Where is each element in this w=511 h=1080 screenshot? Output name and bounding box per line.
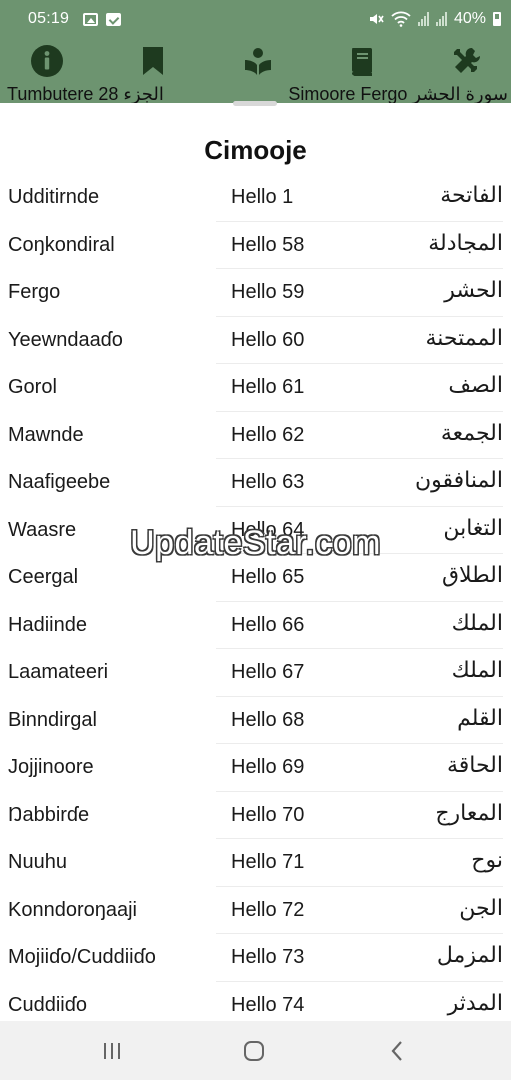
watermark: UpdateStar.com (130, 524, 381, 562)
book-icon[interactable] (344, 44, 380, 78)
info-icon[interactable] (29, 44, 65, 78)
surah-number: Hello 73 (231, 946, 305, 968)
tools-icon[interactable] (449, 44, 485, 78)
surah-number: Hello 68 (231, 708, 305, 731)
surah-arabic-name: الطلاق (441, 563, 503, 588)
gallery-notification-icon (83, 12, 99, 26)
surah-arabic-name: الحشر (444, 278, 503, 303)
surah-name: Mawnde (8, 423, 84, 446)
surah-arabic-name: الصف (448, 373, 503, 398)
signal-2-icon (435, 12, 447, 26)
surah-row[interactable]: Jojjinoore Hello 69 الحاقة (0, 744, 511, 792)
surah-number: Hello 69 (231, 756, 305, 778)
surah-number: Hello 74 (231, 993, 305, 1016)
surah-arabic-name: المجادلة (428, 230, 503, 256)
reader-icon[interactable] (240, 44, 276, 78)
surah-number: Hello 60 (231, 328, 305, 351)
recent-apps-icon[interactable] (97, 1037, 127, 1065)
task-notification-icon (106, 12, 122, 26)
surah-number: Hello 62 (231, 423, 305, 446)
surah-number: Hello 67 (231, 661, 305, 683)
battery-icon (493, 12, 501, 26)
surah-number: Hello 59 (231, 281, 305, 303)
surah-row[interactable]: Mawnde Hello 62 الجمعة (0, 412, 511, 460)
surah-row[interactable]: Hadiinde Hello 66 الملك (0, 602, 511, 650)
surah-arabic-name: الجمعة (440, 420, 503, 446)
surah-arabic-name: الجن (459, 895, 503, 921)
surah-name: Cuddiiɗo (8, 993, 87, 1016)
surah-name: Jojjinoore (8, 756, 94, 778)
juz-label[interactable]: Tumbutere 28 الجزء (7, 84, 164, 105)
surah-name: Coŋkondiral (8, 233, 115, 256)
surah-name: Naafigeebe (8, 471, 111, 493)
battery-percent: 40% (453, 10, 486, 27)
surah-name: Gorol (8, 376, 57, 398)
surah-row[interactable]: Laamateeri Hello 67 الملك (0, 649, 511, 697)
surah-number: Hello 61 (231, 376, 305, 398)
surah-name: Fergo (8, 281, 61, 303)
surah-number: Hello 66 (231, 613, 305, 636)
surah-number: Hello 58 (231, 233, 305, 256)
surah-row[interactable]: Konndoroŋaaji Hello 72 الجن (0, 887, 511, 935)
status-notification-icons (83, 12, 122, 26)
surah-row[interactable]: Udditirnde Hello 1 الفاتحة (0, 174, 511, 222)
surah-name: Udditirnde (8, 186, 100, 208)
surah-row[interactable]: Gorol Hello 61 الصف (0, 364, 511, 412)
mute-icon (369, 14, 384, 24)
surah-number: Hello 65 (231, 566, 305, 588)
surah-name: Ŋabbirɗe (8, 803, 90, 826)
surah-number: Hello 72 (231, 898, 305, 921)
surah-arabic-name: الممتحنة (425, 325, 503, 351)
status-time: 05:19 (28, 10, 70, 27)
surah-name: Mojiiɗo/Cuddiiɗo (8, 946, 156, 968)
surah-name: Ceergal (8, 566, 79, 588)
surah-row[interactable]: Ŋabbirɗe Hello 70 المعارج (0, 792, 511, 840)
home-icon[interactable] (239, 1037, 269, 1065)
sheet-drag-handle[interactable] (233, 101, 277, 106)
surah-arabic-name: الملك (451, 610, 503, 636)
surah-number: Hello 71 (231, 851, 305, 873)
surah-arabic-name: المعارج (435, 800, 503, 826)
surah-arabic-name: الحاقة (446, 753, 503, 778)
surah-number: Hello 70 (231, 803, 305, 826)
surah-arabic-name: القلم (457, 705, 503, 731)
surah-number: Hello 1 (231, 186, 294, 208)
top-toolbar: Tumbutere 28 الجزء Simoore Fergo سورة ال… (0, 38, 511, 105)
surah-row[interactable]: Nuuhu Hello 71 نوح (0, 839, 511, 887)
surah-arabic-name: الفاتحة (440, 183, 503, 208)
surah-row[interactable]: Fergo Hello 59 الحشر (0, 269, 511, 317)
status-right-group: 40% (368, 10, 501, 28)
signal-1-icon (417, 12, 429, 26)
surah-row[interactable]: Coŋkondiral Hello 58 المجادلة (0, 222, 511, 270)
surah-name: Konndoroŋaaji (8, 898, 137, 921)
surah-name: Laamateeri (8, 661, 109, 683)
surah-name: Nuuhu (8, 851, 67, 873)
surah-arabic-name: المزمل (436, 943, 503, 968)
surah-name: Yeewndaaɗo (8, 328, 123, 351)
status-bar: 05:19 40% (0, 0, 511, 38)
surah-name: Hadiinde (8, 613, 87, 636)
surah-number: Hello 63 (231, 471, 305, 493)
surah-arabic-name: المدثر (447, 990, 503, 1016)
surah-arabic-name: المنافقون (414, 468, 503, 493)
surah-list[interactable]: Udditirnde Hello 1 الفاتحة Coŋkondiral Hello… (0, 174, 511, 1029)
surah-arabic-name: الملك (451, 658, 503, 683)
surah-row[interactable]: Naafigeebe Hello 63 المنافقون (0, 459, 511, 507)
surah-label[interactable]: Simoore Fergo سورة الحشر (288, 84, 508, 105)
wifi-icon (391, 11, 411, 27)
back-icon[interactable] (382, 1037, 412, 1065)
surah-arabic-name: نوح (471, 848, 503, 873)
system-nav-bar (0, 1021, 511, 1080)
surah-name: Binndirgal (8, 708, 97, 731)
surah-row[interactable]: Binndirgal Hello 68 القلم (0, 697, 511, 745)
surah-row[interactable]: Mojiiɗo/Cuddiiɗo Hello 73 المزمل (0, 934, 511, 982)
bookmark-icon[interactable] (135, 44, 171, 78)
surah-row[interactable]: Yeewndaaɗo Hello 60 الممتحنة (0, 317, 511, 365)
sheet-title: Cimooje (204, 135, 307, 165)
